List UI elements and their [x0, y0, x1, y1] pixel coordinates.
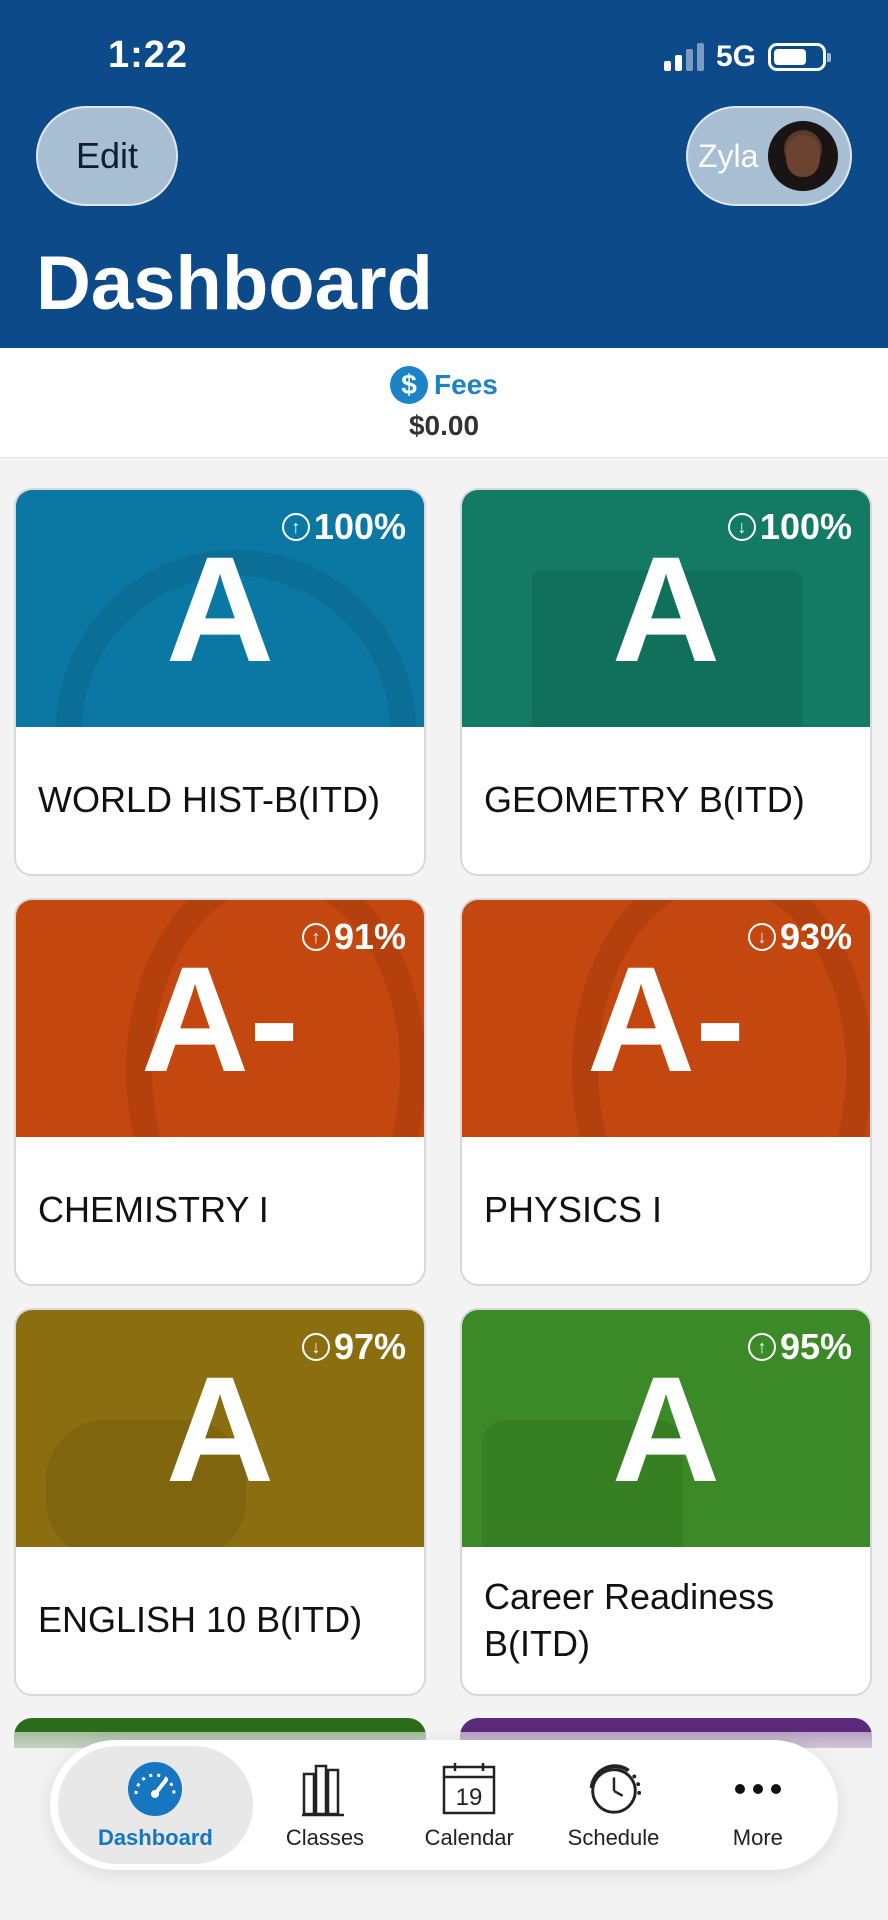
course-name: CHEMISTRY I — [38, 1189, 269, 1231]
user-profile-button[interactable]: Zyla — [686, 106, 852, 206]
bottom-tab-bar: Dashboard Classes 19 Calendar Schedule M… — [50, 1740, 838, 1870]
tab-dashboard[interactable]: Dashboard — [58, 1746, 253, 1864]
course-banner: ↑ 95% A — [462, 1310, 870, 1547]
course-card[interactable]: ↑ 91% A- CHEMISTRY I — [14, 898, 426, 1286]
svg-text:19: 19 — [456, 1784, 483, 1811]
network-type: 5G — [715, 40, 756, 73]
course-name: ENGLISH 10 B(ITD) — [38, 1599, 363, 1641]
books-icon — [295, 1759, 355, 1819]
tab-label: More — [732, 1825, 783, 1850]
tab-schedule[interactable]: Schedule — [541, 1746, 685, 1864]
signal-icon — [663, 43, 704, 71]
course-card[interactable]: ↑ 100% A WORLD HIST-B(ITD) — [14, 488, 426, 876]
edit-button[interactable]: Edit — [36, 106, 178, 206]
status-time: 1:22 — [108, 34, 189, 76]
tab-classes[interactable]: Classes — [253, 1746, 397, 1864]
course-banner: ↓ 97% A — [16, 1310, 424, 1547]
tab-label: Schedule — [567, 1825, 660, 1850]
letter-grade: A — [611, 525, 721, 693]
course-banner: ↓ 93% A- — [462, 900, 870, 1137]
course-banner: ↑ 100% A — [16, 490, 424, 727]
course-card[interactable]: ↓ 97% A ENGLISH 10 B(ITD) — [14, 1308, 426, 1696]
letter-grade: A — [165, 525, 275, 693]
battery-icon — [768, 43, 831, 71]
tab-calendar[interactable]: 19 Calendar — [397, 1746, 541, 1864]
tab-label: Dashboard — [97, 1825, 213, 1850]
fees-label: Fees — [434, 369, 498, 400]
status-indicators: 5G — [663, 40, 831, 74]
dollar-icon: $ — [390, 366, 428, 404]
calendar-icon: 19 — [439, 1759, 499, 1819]
page-title: Dashboard — [36, 241, 433, 326]
tab-label: Classes — [285, 1825, 365, 1850]
fees-link[interactable]: $ Fees — [390, 366, 498, 404]
course-banner: ↓ 100% A — [462, 490, 870, 727]
course-card[interactable]: ↓ 100% A GEOMETRY B(ITD) — [460, 488, 872, 876]
fees-amount: $0.00 — [408, 410, 480, 441]
course-name: Career Readiness B(ITD) — [484, 1575, 775, 1664]
course-card[interactable]: ↓ 93% A- PHYSICS I — [460, 898, 872, 1286]
letter-grade: A — [165, 1345, 275, 1513]
avatar — [768, 121, 839, 191]
tab-label: Calendar — [424, 1825, 514, 1850]
user-name: Zyla — [698, 137, 759, 174]
course-name: WORLD HIST-B(ITD) — [38, 779, 380, 821]
fees-summary[interactable]: $ Fees $0.00 — [0, 348, 888, 458]
letter-grade: A- — [586, 935, 746, 1103]
course-card[interactable]: ↑ 95% A Career Readiness B(ITD) — [460, 1308, 872, 1696]
course-banner: ↑ 91% A- — [16, 900, 424, 1137]
more-icon — [728, 1759, 788, 1819]
course-name: PHYSICS I — [484, 1189, 663, 1231]
clock-icon — [584, 1759, 644, 1819]
letter-grade: A — [611, 1345, 721, 1513]
letter-grade: A- — [140, 935, 300, 1103]
app-header: 1:22 5G Edit Zyla Dashboard — [0, 0, 888, 348]
course-name: GEOMETRY B(ITD) — [484, 779, 805, 821]
speedometer-icon — [125, 1759, 185, 1819]
tab-more[interactable]: More — [686, 1746, 830, 1864]
